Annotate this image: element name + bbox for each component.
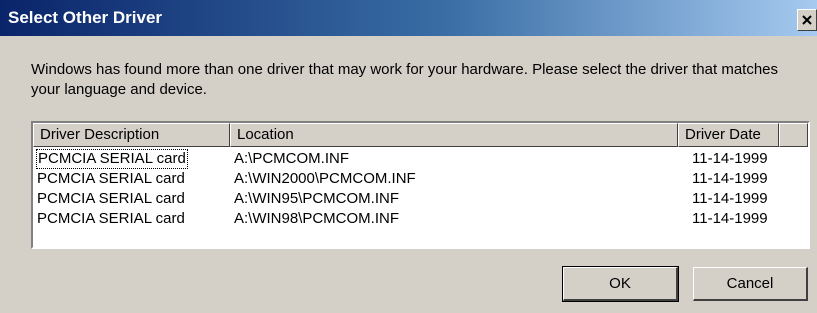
row-description: PCMCIA SERIAL card: [36, 149, 188, 169]
row-location: A:\WIN95\PCMCOM.INF: [234, 190, 400, 207]
column-header-location[interactable]: Location: [230, 123, 678, 147]
row-description: PCMCIA SERIAL card: [37, 190, 185, 207]
row-date: 11-14-1999: [692, 190, 768, 207]
driver-list[interactable]: Driver Description Location Driver Date …: [31, 121, 810, 249]
column-header-filler: [779, 123, 808, 147]
column-header-description[interactable]: Driver Description: [33, 123, 230, 147]
row-date: 11-14-1999: [692, 170, 768, 187]
list-header: Driver Description Location Driver Date: [33, 123, 808, 147]
column-header-date[interactable]: Driver Date: [678, 123, 779, 147]
ok-button[interactable]: OK: [562, 266, 679, 302]
row-description: PCMCIA SERIAL card: [37, 210, 185, 227]
row-date: 11-14-1999: [692, 210, 768, 227]
row-location: A:\PCMCOM.INF: [234, 150, 349, 167]
list-row[interactable]: PCMCIA SERIAL card A:\WIN95\PCMCOM.INF 1…: [33, 189, 808, 209]
select-driver-dialog: Select Other Driver Windows has found mo…: [0, 0, 817, 313]
list-row[interactable]: PCMCIA SERIAL card A:\WIN2000\PCMCOM.INF…: [33, 169, 808, 189]
list-row[interactable]: PCMCIA SERIAL card A:\WIN98\PCMCOM.INF 1…: [33, 209, 808, 229]
title-bar[interactable]: Select Other Driver: [0, 0, 817, 36]
row-date: 11-14-1999: [692, 150, 768, 167]
row-description: PCMCIA SERIAL card: [37, 170, 185, 187]
close-button[interactable]: [797, 9, 817, 31]
instruction-text: Windows has found more than one driver t…: [31, 61, 779, 98]
row-location: A:\WIN98\PCMCOM.INF: [234, 210, 400, 227]
close-icon: [802, 15, 812, 25]
cancel-button[interactable]: Cancel: [693, 267, 808, 301]
row-location: A:\WIN2000\PCMCOM.INF: [234, 170, 416, 187]
list-row[interactable]: PCMCIA SERIAL card A:\PCMCOM.INF 11-14-1…: [33, 149, 808, 169]
window-title: Select Other Driver: [8, 8, 163, 27]
